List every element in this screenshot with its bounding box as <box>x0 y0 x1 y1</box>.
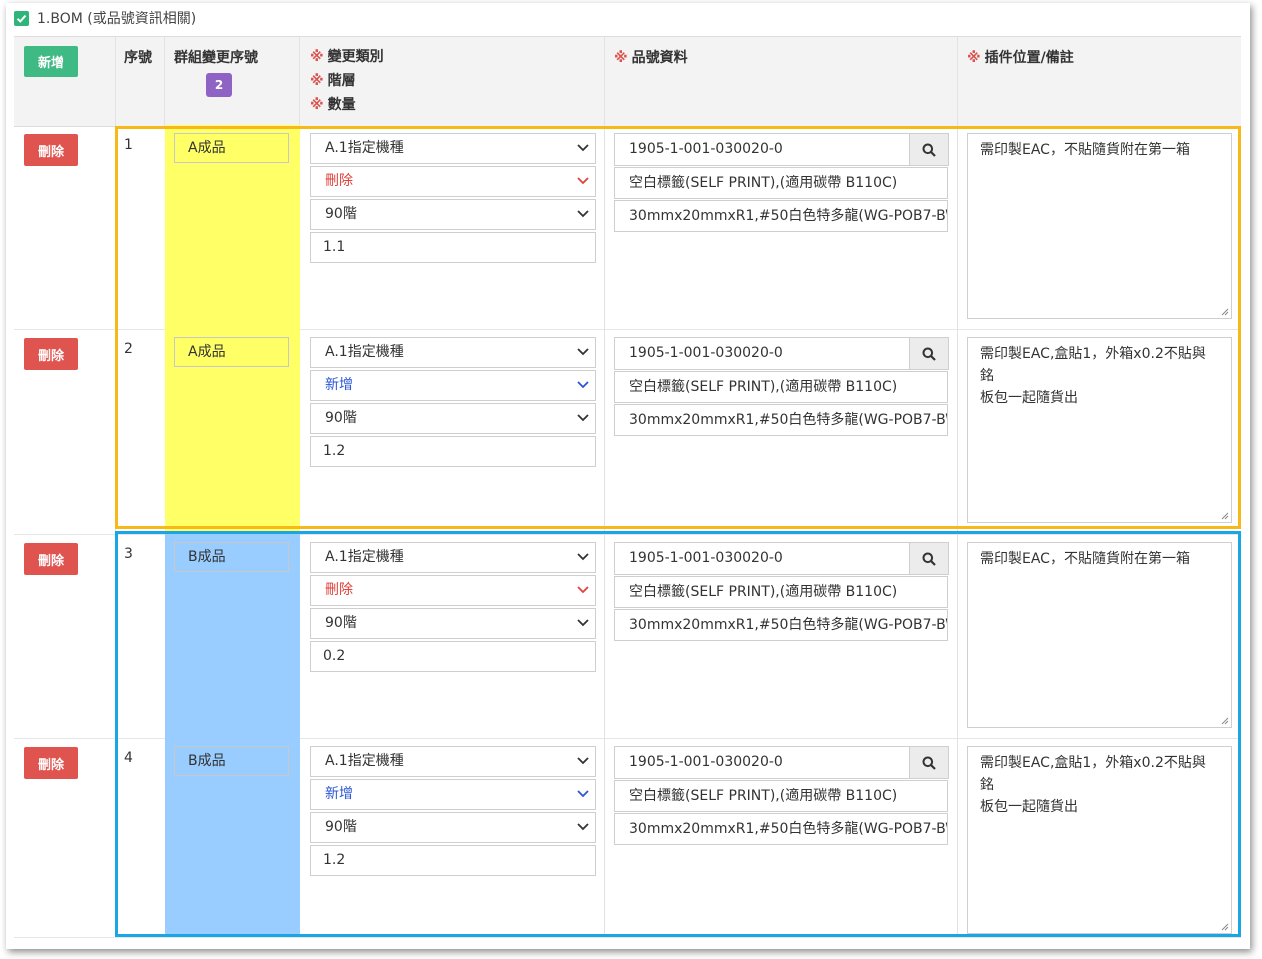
column-divider <box>164 37 165 126</box>
header-type-qty: 數量 <box>327 97 356 113</box>
header-part: ※ 品號資料 <box>614 47 688 67</box>
section-header: 1.BOM (或品號資訊相關) <box>14 8 196 28</box>
column-divider <box>604 37 605 126</box>
header-group: 群組變更序號 <box>174 50 258 66</box>
header-note: ※ 插件位置/備註 <box>967 47 1074 67</box>
delete-row-button[interactable]: 刪除 <box>24 134 78 166</box>
delete-row-button[interactable]: 刪除 <box>24 338 78 370</box>
header-type: ※ 變更類別 ※ 階層 ※ 數量 <box>310 47 384 119</box>
header-part-label: 品號資料 <box>631 50 688 66</box>
delete-row-button[interactable]: 刪除 <box>24 747 78 779</box>
delete-row-button[interactable]: 刪除 <box>24 543 78 575</box>
column-divider <box>299 37 300 126</box>
required-mark: ※ <box>967 50 981 66</box>
table-header: 新增 序號 群組變更序號 2 ※ 變更類別 ※ 階層 ※ 數量 ※ 品號資料 ※ 插件位置… <box>14 36 1241 127</box>
required-mark: ※ <box>310 97 324 113</box>
header-type-level: 階層 <box>327 73 356 89</box>
column-divider <box>957 37 958 126</box>
column-divider <box>115 37 116 126</box>
section-checkbox[interactable] <box>14 10 29 26</box>
group-count-badge: 2 <box>206 73 232 97</box>
group-a-highlight <box>115 126 1241 529</box>
group-b-highlight <box>115 531 1241 937</box>
header-note-label: 插件位置/備註 <box>984 50 1074 66</box>
required-mark: ※ <box>310 73 324 89</box>
section-title: 1.BOM (或品號資訊相關) <box>37 11 197 27</box>
checkmark-icon <box>16 14 27 23</box>
required-mark: ※ <box>614 50 628 66</box>
add-row-button[interactable]: 新增 <box>24 46 78 77</box>
required-mark: ※ <box>310 49 324 65</box>
header-type-change: 變更類別 <box>327 49 384 65</box>
header-seq: 序號 <box>124 50 152 66</box>
